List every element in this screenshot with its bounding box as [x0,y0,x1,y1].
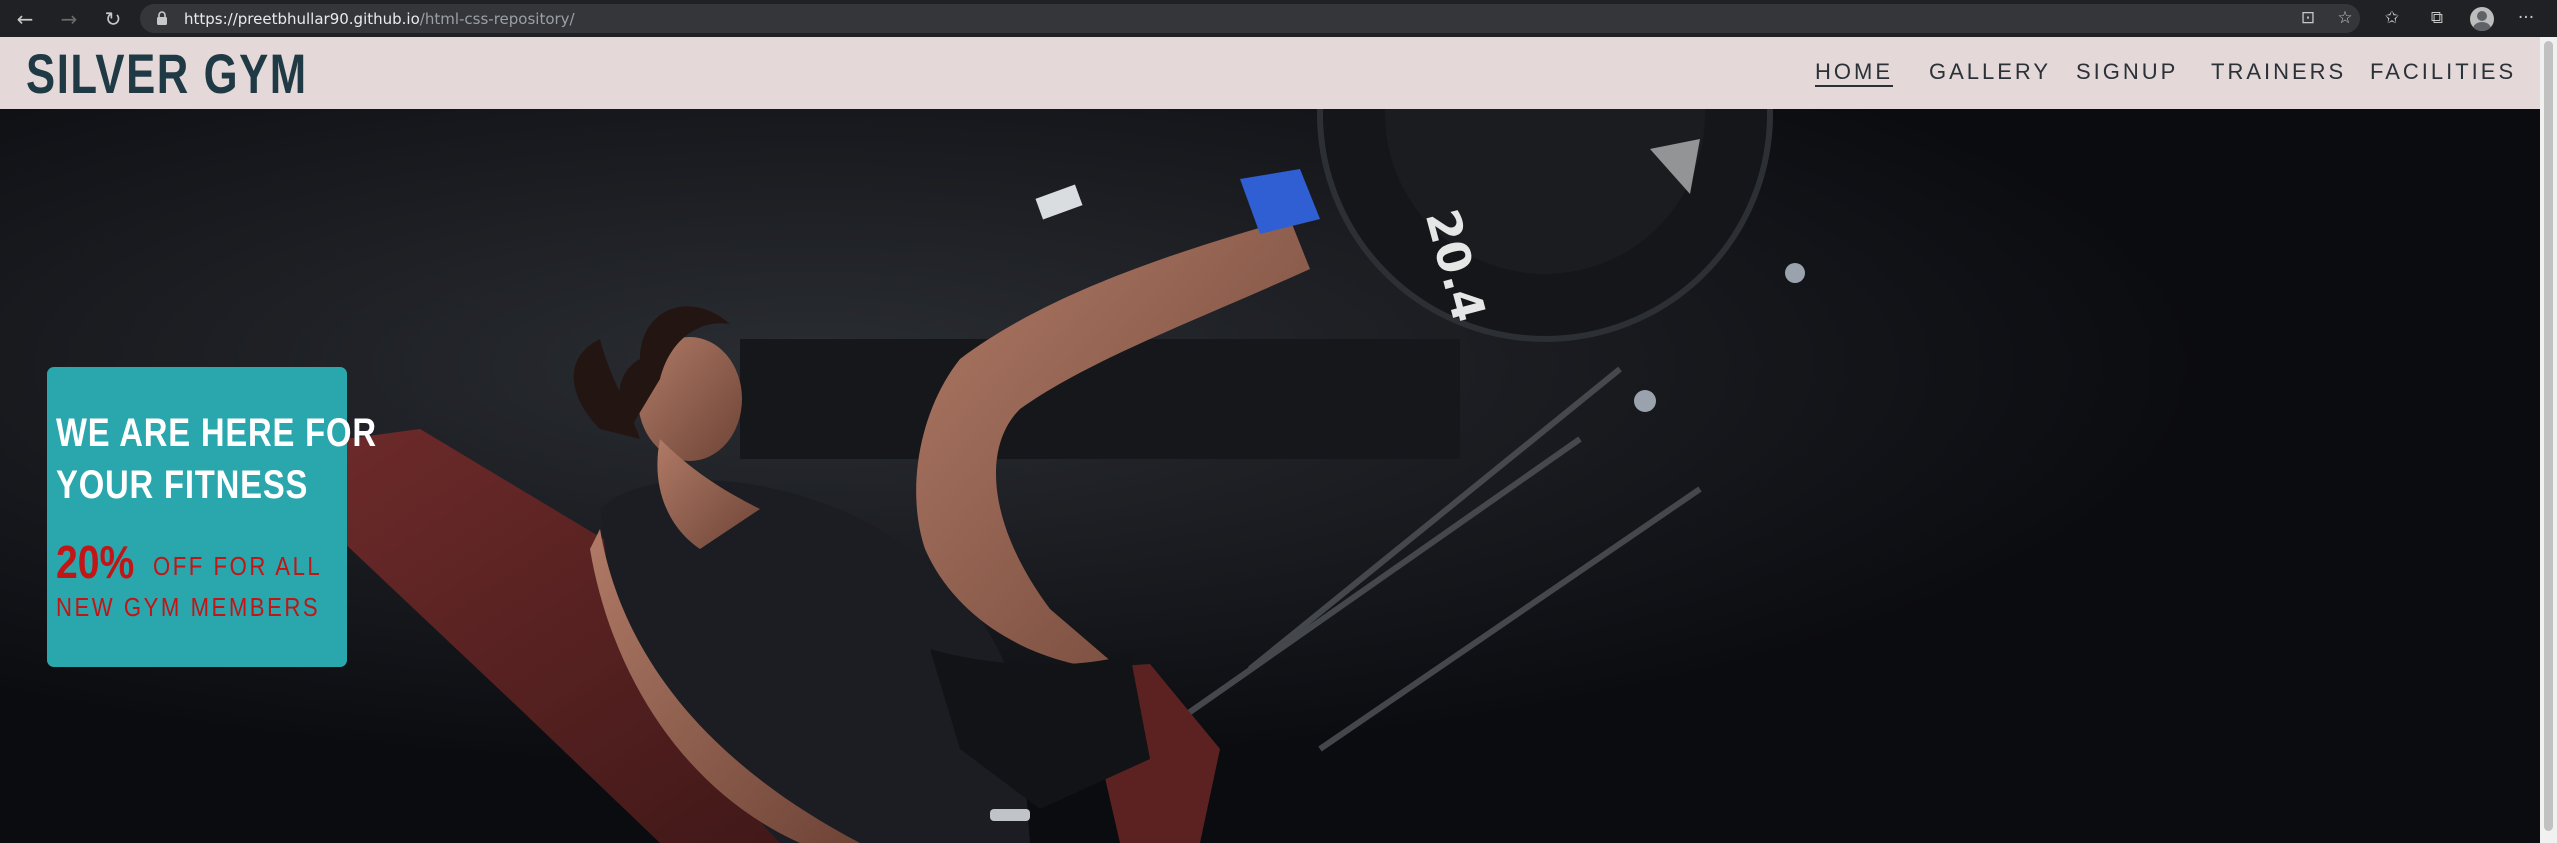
nav-gallery[interactable]: GALLERY [1929,59,2051,85]
page-scrollbar[interactable] [2540,37,2557,843]
promo-discount: 20% [56,536,135,588]
url-path: /html-css-repository/ [419,10,575,28]
promo-title-line2: YOUR FITNESS [56,463,309,507]
site-logo[interactable]: SILVER GYM [26,41,308,106]
reader-mode-icon[interactable]: ⊡ [2296,6,2320,30]
arrow-left-icon: ← [16,7,34,31]
hero-banner: 20.4 WE ARE HERE FOR YOUR FITNESS 20% OF… [0,109,2540,843]
nav-signup[interactable]: SIGNUP [2076,59,2178,85]
url-host: https://preetbhullar90.github.io [184,10,420,28]
promo-title-line1: WE ARE HERE FOR [56,411,377,455]
forward-button[interactable]: → [56,6,82,32]
collections-icon[interactable]: ⧉ [2425,6,2449,30]
browser-toolbar: ← → ↻ https://preetbhullar90.github.io/h… [0,0,2557,37]
favorites-icon[interactable]: ✩ [2380,6,2404,30]
scrollbar-thumb[interactable] [2544,41,2553,831]
web-page: SILVER GYM HOME GALLERY SIGNUP TRAINERS … [0,37,2540,843]
lock-icon [157,11,167,25]
promo-offer-line2: NEW GYM MEMBERS [56,592,321,622]
add-favorite-icon[interactable]: ☆ [2333,6,2357,30]
address-bar[interactable]: https://preetbhullar90.github.io/html-cs… [140,4,2360,33]
profile-avatar[interactable] [2470,7,2494,31]
promo-offer-line1: OFF FOR ALL [153,551,323,581]
promo-title: WE ARE HERE FOR YOUR FITNESS [56,407,377,511]
reload-icon: ↻ [104,7,122,31]
site-header: SILVER GYM HOME GALLERY SIGNUP TRAINERS … [0,37,2540,109]
url-text[interactable]: https://preetbhullar90.github.io/html-cs… [184,10,575,28]
nav-facilities[interactable]: FACILITIES [2370,59,2516,85]
promo-box: WE ARE HERE FOR YOUR FITNESS 20% OFF FOR… [47,367,377,667]
arrow-right-icon: → [60,7,78,31]
nav-home[interactable]: HOME [1815,59,1893,85]
settings-menu-icon[interactable]: ··· [2514,6,2538,30]
hero-photo: 20.4 [0,109,2540,843]
nav-trainers[interactable]: TRAINERS [2211,59,2346,85]
menu-label: ··· [2517,8,2535,28]
back-button[interactable]: ← [12,6,38,32]
reload-button[interactable]: ↻ [100,6,126,32]
